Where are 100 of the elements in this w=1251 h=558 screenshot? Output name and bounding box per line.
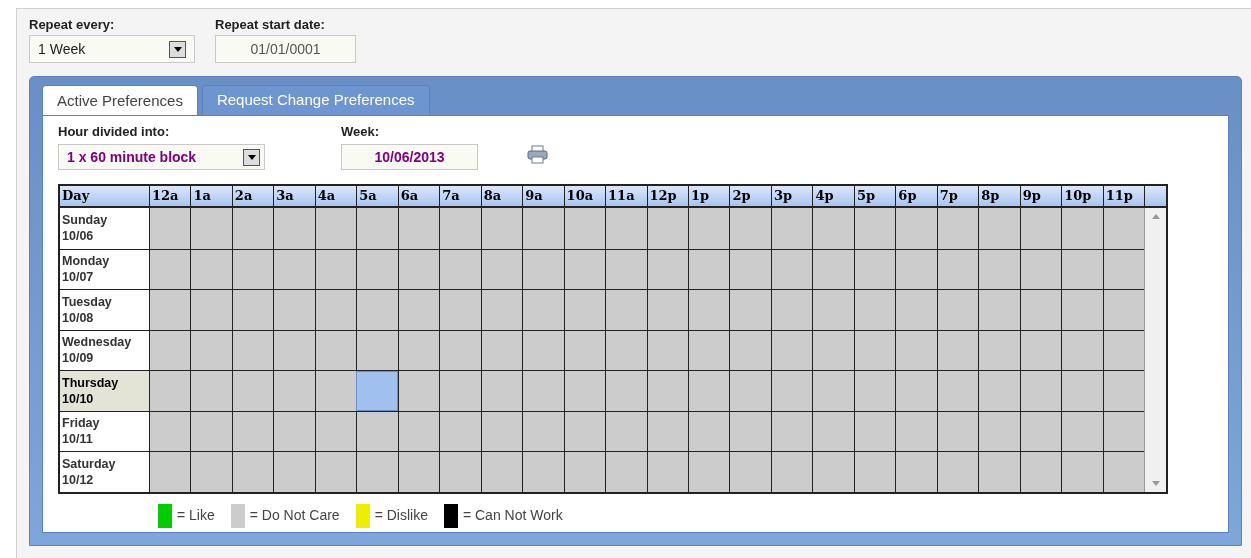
time-slot[interactable]	[1061, 249, 1103, 289]
time-slot[interactable]	[729, 290, 771, 330]
time-slot[interactable]	[936, 290, 979, 330]
time-slot[interactable]	[729, 208, 771, 249]
hour-division-dropdown[interactable]: 1 x 60 minute block	[58, 144, 265, 170]
time-slot[interactable]	[853, 452, 896, 492]
time-slot[interactable]	[812, 371, 854, 411]
time-slot[interactable]	[314, 290, 357, 330]
time-slot[interactable]	[605, 452, 647, 492]
time-slot[interactable]	[936, 452, 979, 492]
time-slot[interactable]	[231, 452, 274, 492]
time-slot[interactable]	[729, 330, 771, 370]
time-slot[interactable]	[1019, 330, 1062, 370]
time-slot[interactable]	[480, 290, 523, 330]
time-slot[interactable]	[770, 330, 813, 370]
time-slot[interactable]	[646, 249, 688, 289]
time-slot[interactable]	[397, 290, 440, 330]
time-slot[interactable]	[770, 452, 813, 492]
time-slot[interactable]	[439, 208, 481, 249]
time-slot[interactable]	[190, 411, 232, 451]
time-slot[interactable]	[273, 411, 315, 451]
time-slot[interactable]	[148, 330, 191, 370]
time-slot[interactable]	[853, 249, 896, 289]
time-slot[interactable]	[231, 290, 274, 330]
time-slot[interactable]	[522, 249, 564, 289]
time-slot[interactable]	[356, 411, 398, 451]
time-slot[interactable]	[397, 411, 440, 451]
time-slot[interactable]	[231, 208, 274, 249]
time-slot[interactable]	[770, 208, 813, 249]
time-slot[interactable]	[190, 371, 232, 411]
time-slot[interactable]	[853, 371, 896, 411]
time-slot[interactable]	[978, 411, 1020, 451]
time-slot[interactable]	[978, 371, 1020, 411]
time-slot[interactable]	[190, 249, 232, 289]
time-slot[interactable]	[480, 249, 523, 289]
time-slot[interactable]	[439, 330, 481, 370]
time-slot[interactable]	[895, 290, 937, 330]
tab[interactable]: Active Preferences	[42, 85, 198, 116]
time-slot[interactable]	[770, 411, 813, 451]
time-slot[interactable]	[1061, 452, 1103, 492]
time-slot[interactable]	[148, 371, 191, 411]
time-slot[interactable]	[480, 371, 523, 411]
time-slot[interactable]	[729, 249, 771, 289]
time-slot[interactable]	[812, 208, 854, 249]
time-slot[interactable]	[522, 330, 564, 370]
time-slot[interactable]	[1019, 371, 1062, 411]
time-slot[interactable]	[480, 208, 523, 249]
time-slot[interactable]	[1019, 290, 1062, 330]
time-slot[interactable]	[522, 208, 564, 249]
time-slot[interactable]	[314, 371, 357, 411]
week-field[interactable]: 10/06/2013	[341, 144, 478, 170]
time-slot[interactable]	[688, 290, 730, 330]
time-slot[interactable]	[1061, 411, 1103, 451]
time-slot[interactable]	[1102, 290, 1145, 330]
time-slot[interactable]	[190, 208, 232, 249]
time-slot[interactable]	[314, 452, 357, 492]
time-slot[interactable]	[646, 411, 688, 451]
time-slot[interactable]	[439, 452, 481, 492]
time-slot[interactable]	[729, 371, 771, 411]
time-slot[interactable]	[853, 411, 896, 451]
time-slot[interactable]	[688, 452, 730, 492]
time-slot[interactable]	[895, 452, 937, 492]
time-slot[interactable]	[605, 290, 647, 330]
time-slot[interactable]	[563, 208, 606, 249]
time-slot[interactable]	[397, 371, 440, 411]
time-slot[interactable]	[770, 290, 813, 330]
time-slot[interactable]	[231, 249, 274, 289]
time-slot[interactable]	[978, 452, 1020, 492]
time-slot[interactable]	[646, 208, 688, 249]
time-slot[interactable]	[1019, 452, 1062, 492]
time-slot[interactable]	[439, 371, 481, 411]
time-slot[interactable]	[853, 330, 896, 370]
time-slot[interactable]	[978, 208, 1020, 249]
time-slot[interactable]	[688, 330, 730, 370]
time-slot[interactable]	[190, 330, 232, 370]
time-slot[interactable]	[978, 330, 1020, 370]
time-slot[interactable]	[605, 249, 647, 289]
time-slot[interactable]	[812, 411, 854, 451]
day-cell[interactable]: Thursday 10/10	[60, 371, 149, 411]
time-slot[interactable]	[936, 330, 979, 370]
time-slot[interactable]	[1061, 290, 1103, 330]
time-slot[interactable]	[1102, 208, 1145, 249]
time-slot[interactable]	[605, 208, 647, 249]
time-slot[interactable]	[231, 371, 274, 411]
time-slot[interactable]	[605, 371, 647, 411]
time-slot[interactable]	[314, 208, 357, 249]
time-slot[interactable]	[314, 249, 357, 289]
time-slot[interactable]	[148, 290, 191, 330]
time-slot[interactable]	[770, 371, 813, 411]
time-slot[interactable]	[273, 208, 315, 249]
time-slot[interactable]	[563, 371, 606, 411]
time-slot[interactable]	[936, 411, 979, 451]
time-slot[interactable]	[522, 290, 564, 330]
time-slot[interactable]	[895, 330, 937, 370]
time-slot[interactable]	[356, 330, 398, 370]
time-slot[interactable]	[563, 330, 606, 370]
time-slot[interactable]	[273, 290, 315, 330]
time-slot[interactable]	[314, 411, 357, 451]
time-slot[interactable]	[812, 249, 854, 289]
time-slot[interactable]	[1019, 411, 1062, 451]
